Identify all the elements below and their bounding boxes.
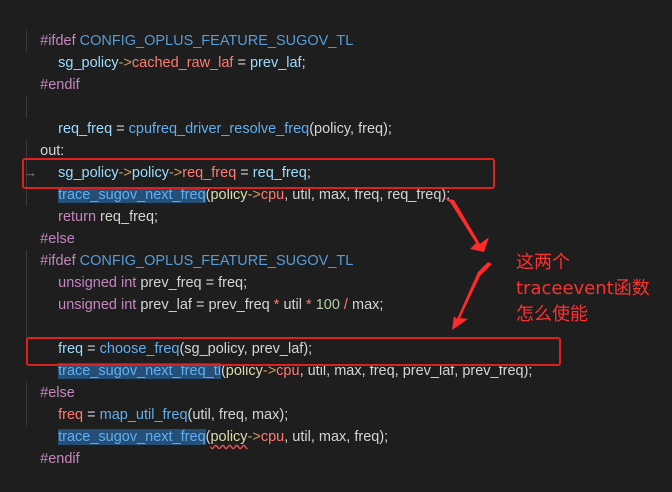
code-editor[interactable]: #ifdef CONFIG_OPLUS_FEATURE_SUGOV_TL sg_… [0, 0, 672, 468]
annotation-line: 怎么使能 [516, 304, 588, 325]
annotation-line: 这两个 [516, 252, 570, 273]
arrow-down-icon [452, 262, 492, 330]
arrow-up-icon [444, 198, 489, 252]
annotation-text: 这两个 traceevent函数 怎么使能 [516, 250, 650, 328]
annotation-arrows [444, 198, 492, 330]
annotation-line: traceevent函数 [516, 278, 650, 299]
